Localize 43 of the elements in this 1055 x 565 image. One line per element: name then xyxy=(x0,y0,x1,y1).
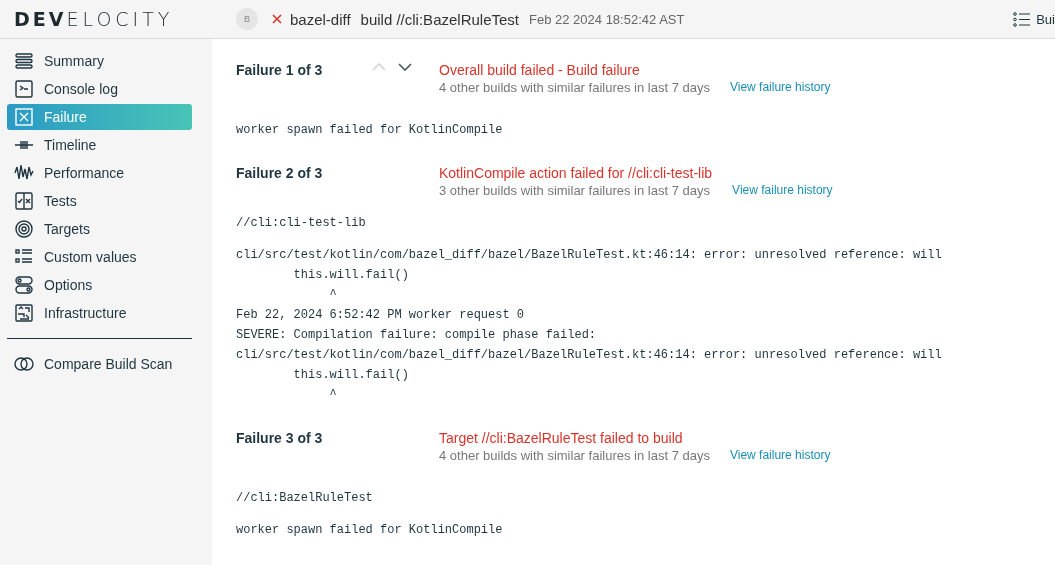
list-icon xyxy=(14,51,34,71)
sidebar-item[interactable]: Targets xyxy=(7,216,192,242)
sidebar-item[interactable]: Custom values xyxy=(7,244,192,270)
failure-history-link[interactable]: View failure history xyxy=(729,79,831,95)
terminal-icon xyxy=(14,79,34,99)
failure-history-link[interactable]: View failure history xyxy=(729,447,831,463)
sidebar-item[interactable]: Performance xyxy=(7,160,192,186)
chevron-down-icon[interactable] xyxy=(397,61,413,73)
similar-failures-text: 4 other builds with similar failures in last 7 days xyxy=(439,448,710,464)
logo[interactable]: DEVELOCITY xyxy=(14,8,226,30)
list-icon xyxy=(1013,11,1031,27)
check-cross-icon xyxy=(14,191,34,211)
failure-title: Overall build failed - Build failure xyxy=(439,61,641,79)
sidebar-item[interactable]: Timeline xyxy=(7,132,192,158)
build-command: build //cli:BazelRuleTest xyxy=(360,10,519,28)
error-message: //cli:BazelRuleTest xyxy=(236,490,374,507)
failed-icon xyxy=(272,14,282,24)
failure-label: Failure 1 of 3 xyxy=(236,61,324,78)
error-message: //cli:cli-test-lib xyxy=(236,215,367,232)
failure-label: Failure 3 of 3 xyxy=(236,429,324,446)
similar-failures-text: 3 other builds with similar failures in last 7 days xyxy=(439,183,711,199)
sidebar-item[interactable]: Summary xyxy=(7,48,192,74)
similar-failures-text: 4 other builds with similar failures in last 7 days xyxy=(439,80,710,96)
failure-label: Failure 2 of 3 xyxy=(236,164,324,181)
build-date: Feb 22 2024 18:52:42 AST xyxy=(529,11,685,27)
error-message: worker spawn failed for KotlinCompile xyxy=(236,122,504,139)
target-icon xyxy=(14,219,34,239)
sidebar-item[interactable]: Compare Build Scan xyxy=(7,351,192,377)
build-button[interactable]: Bui xyxy=(1036,11,1055,27)
sidebar-item[interactable]: Tests xyxy=(7,188,192,214)
sidebar-item[interactable]: Console log xyxy=(7,76,192,102)
close-box-icon xyxy=(14,107,34,127)
circuit-icon xyxy=(14,303,34,323)
sidebar-item[interactable]: Infrastructure xyxy=(7,300,192,326)
error-message: cli/src/test/kotlin/com/bazel_diff/bazel/BazelRuleTest.kt:46:14: error: unresolved reference: will this.will.fail() ^ Feb 22, 2024 6:52:42 PM worker request 0 SEVERE: Compilation failure: compile phase failed: cli/src/test/kotlin/com/bazel_diff/bazel/BazelRuleTest.kt:46:14: error: unresolved reference: will this.will.fail() ^ xyxy=(236,247,943,404)
failure-title: KotlinCompile action failed for //cli:cli-test-lib xyxy=(439,164,713,182)
project-name: bazel-diff xyxy=(290,10,351,28)
error-message: worker spawn failed for KotlinCompile xyxy=(236,522,504,539)
circles-icon xyxy=(14,354,34,374)
sidebar-item[interactable]: Options xyxy=(7,272,192,298)
failure-history-link[interactable]: View failure history xyxy=(732,182,833,198)
toggle-icon xyxy=(14,275,34,295)
failure-title: Target //cli:BazelRuleTest failed to build xyxy=(439,429,684,447)
